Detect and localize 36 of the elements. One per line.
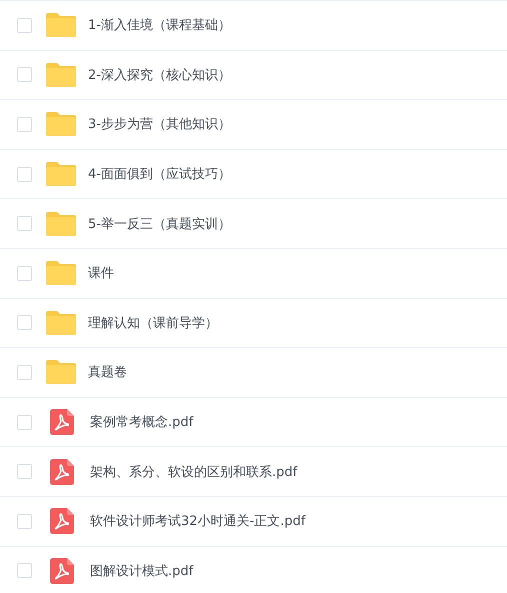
folder-icon [46, 212, 76, 236]
pdf-file-icon [50, 558, 74, 584]
folder-icon [46, 13, 76, 38]
folder-icon [46, 112, 76, 136]
checkbox[interactable] [17, 216, 32, 232]
pdf-file-icon [50, 409, 74, 436]
file-name[interactable]: 理解认知（课前导学） [88, 314, 218, 332]
folder-icon [46, 162, 76, 186]
checkbox[interactable] [17, 464, 32, 480]
file-name[interactable]: 案例常考概念.pdf [90, 413, 194, 432]
folder-icon [46, 62, 76, 87]
folder-icon [46, 261, 76, 286]
checkbox[interactable] [17, 266, 32, 281]
checkbox[interactable] [17, 414, 32, 430]
checkbox[interactable] [17, 315, 32, 330]
file-name[interactable]: 4-面面俱到（应试技巧） [88, 165, 231, 184]
file-name[interactable]: 真题卷 [88, 363, 127, 382]
pdf-file-icon [50, 458, 74, 485]
file-name[interactable]: 图解设计模式.pdf [90, 562, 194, 580]
checkbox[interactable] [17, 67, 32, 82]
file-name[interactable]: 2-深入探究（核心知识） [88, 66, 231, 84]
folder-icon [46, 360, 76, 384]
file-name[interactable]: 3-步步为营（其他知识） [88, 115, 231, 134]
file-name[interactable]: 5-举一反三（真题实训） [88, 214, 231, 233]
file-name[interactable]: 1-渐入佳境（课程基础） [88, 16, 231, 34]
file-name[interactable]: 架构、系分、软设的区别和联系.pdf [90, 462, 298, 481]
checkbox[interactable] [17, 364, 32, 380]
file-name[interactable]: 软件设计师考试32小时通关-正文.pdf [90, 512, 306, 530]
checkbox[interactable] [17, 116, 32, 132]
checkbox[interactable] [17, 18, 32, 33]
checkbox[interactable] [17, 514, 32, 529]
checkbox[interactable] [17, 563, 32, 578]
file-name[interactable]: 课件 [88, 264, 114, 282]
folder-icon [46, 310, 76, 335]
checkbox[interactable] [17, 166, 32, 182]
pdf-file-icon [50, 508, 74, 534]
